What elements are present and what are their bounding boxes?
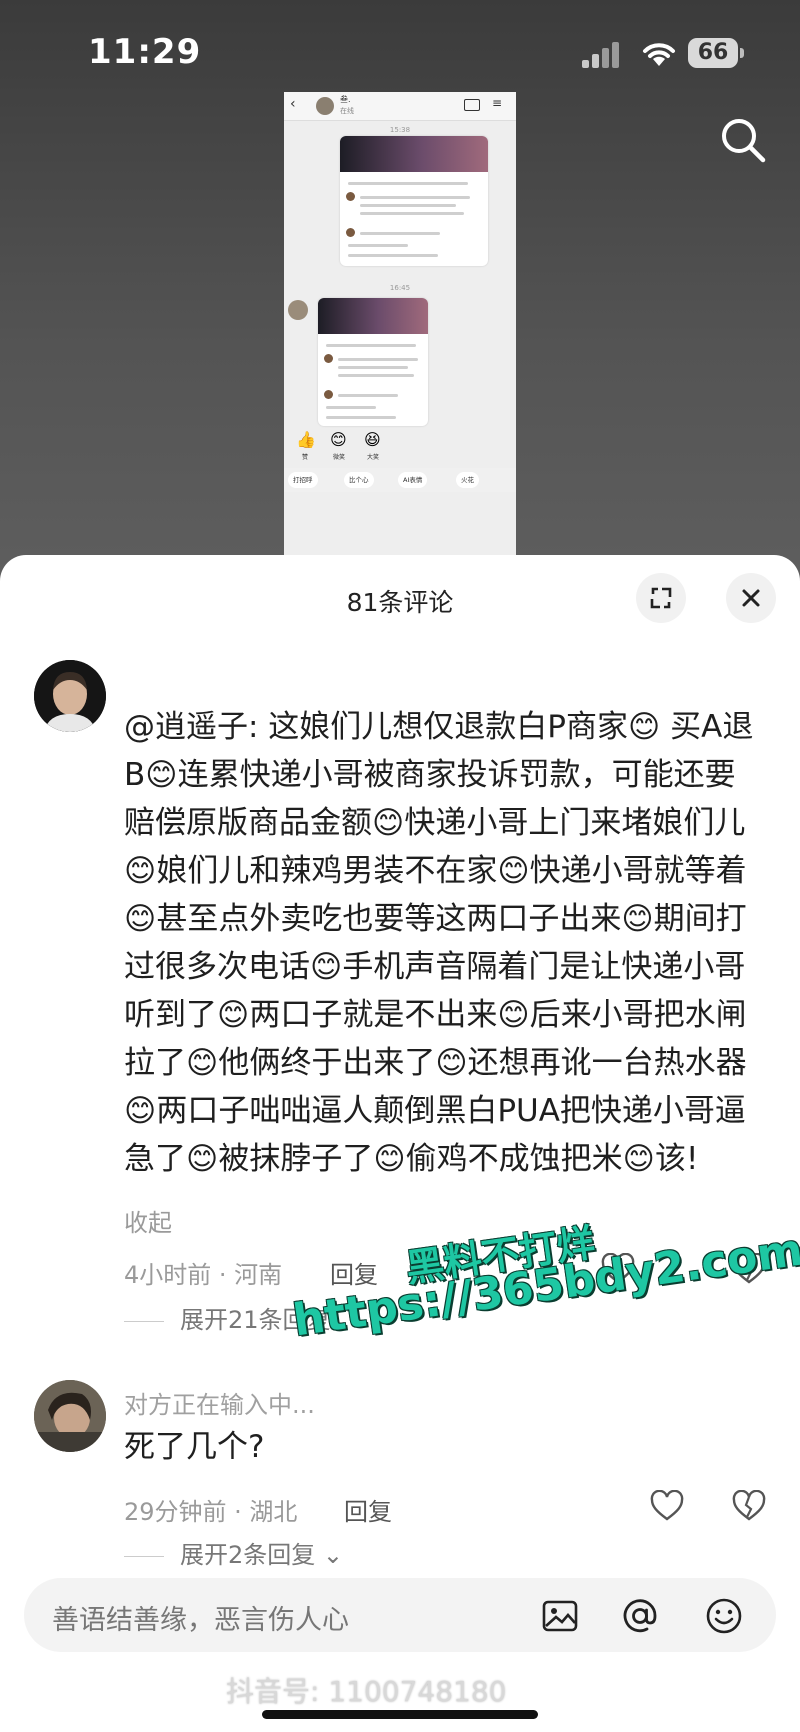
fullscreen-button[interactable] <box>636 573 686 623</box>
comment-meta: 4小时前 · 河南 <box>124 1261 283 1289</box>
pill: 打招呼 <box>288 472 318 488</box>
status-time: 11:29 <box>88 32 202 72</box>
chat-timestamp-2: 16:45 <box>389 284 411 292</box>
chat-timestamp: 15:38 <box>389 126 411 134</box>
chat-contact-name: 叁. <box>340 95 351 104</box>
close-button[interactable] <box>726 573 776 623</box>
expand-replies-label: 展开2条回复 <box>180 1541 316 1569</box>
back-icon: ‹ <box>290 96 296 112</box>
chat-header: ‹ 叁. 在线 ≡ <box>284 92 516 121</box>
comment-text: 死了几个? <box>124 1429 265 1465</box>
shared-video-card-2 <box>318 298 428 426</box>
dislike-icon[interactable] <box>732 1490 766 1522</box>
collapse-link[interactable]: 收起 <box>124 1203 172 1238</box>
comment-input-bar[interactable]: 善语结善缘，恶言伤人心 <box>24 1578 776 1652</box>
reply-button[interactable]: 回复 <box>344 1492 392 1527</box>
battery-icon: 66 <box>688 38 744 68</box>
comment-text: @逍遥子: 这娘们儿想仅退款白P商家😊 买A退B😊连累快递小哥被商家投诉罚款，可… <box>124 709 754 1177</box>
quick-action-pills: 打招呼 比个心 AI表情 火花 <box>284 468 516 492</box>
wifi-icon <box>643 43 675 66</box>
typing-indicator: 对方正在输入中... <box>124 1391 315 1419</box>
avatar[interactable] <box>34 660 106 732</box>
chevron-down-icon: ⌄ <box>322 1541 344 1569</box>
shared-video-card <box>340 136 488 266</box>
footer-watermark: 抖音号: 1100748180 <box>226 1675 507 1708</box>
video-background: 11:29 66 ‹ 叁. 在线 ≡ 15:38 16:45 👍 赞 😊 微笑 … <box>0 0 800 580</box>
signal-icon <box>582 40 626 68</box>
close-icon <box>742 589 760 607</box>
expand-replies-button[interactable]: 展开2条回复 ⌄ <box>124 1535 343 1570</box>
pill: 火花 <box>456 472 479 488</box>
reaction-label: 微笑 <box>332 454 345 461</box>
comment-meta: 29分钟前 · 湖北 <box>124 1498 298 1526</box>
chat-sender-avatar <box>288 300 308 320</box>
search-icon[interactable] <box>718 115 768 165</box>
home-indicator[interactable] <box>262 1710 538 1719</box>
pill: AI表情 <box>398 472 428 488</box>
video-call-icon <box>464 99 480 111</box>
chat-avatar <box>316 97 334 115</box>
chat-screenshot: ‹ 叁. 在线 ≡ 15:38 16:45 👍 赞 😊 微笑 😆 大笑 打招呼 … <box>284 92 516 562</box>
mention-icon[interactable] <box>620 1596 660 1636</box>
expand-icon <box>650 587 672 609</box>
reaction-laugh: 😆 <box>364 430 381 449</box>
image-icon[interactable] <box>540 1596 580 1636</box>
like-icon[interactable] <box>650 1490 684 1522</box>
reaction-label: 赞 <box>301 454 308 461</box>
chat-contact-status: 在线 <box>340 107 354 115</box>
reaction-label: 大笑 <box>366 454 379 461</box>
pill: 比个心 <box>344 472 374 488</box>
comment-input-placeholder: 善语结善缘，恶言伤人心 <box>52 1605 349 1636</box>
comments-sheet: 81条评论 @逍遥子: 这娘们儿想仅退款白P商家😊 买A退B😊连累快递小哥被商家… <box>0 555 800 1732</box>
menu-icon: ≡ <box>492 96 503 110</box>
avatar-image <box>34 660 106 732</box>
reaction-thumbs-up: 👍 <box>296 430 316 449</box>
reaction-smile: 😊 <box>330 430 347 449</box>
avatar[interactable] <box>34 1380 106 1452</box>
emoji-icon[interactable] <box>704 1596 744 1636</box>
avatar-image <box>34 1380 106 1452</box>
